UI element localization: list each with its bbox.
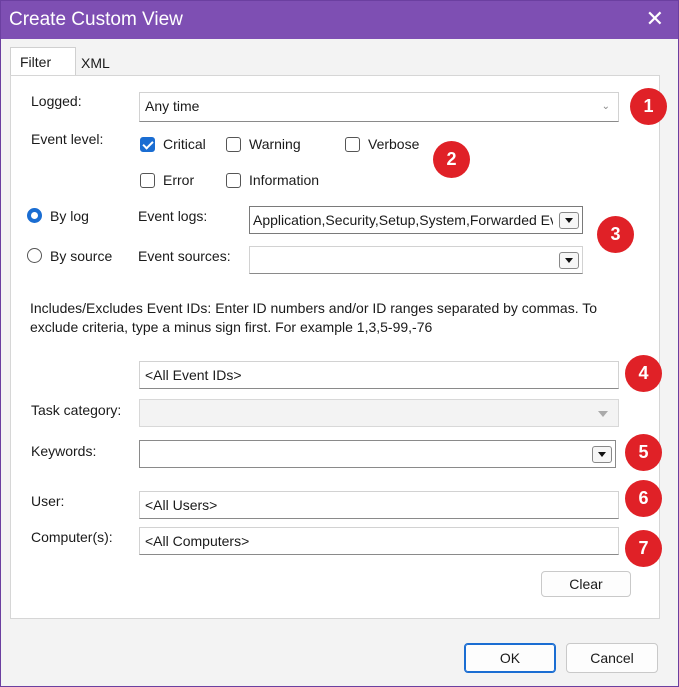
- warning-label: Warning: [249, 136, 301, 152]
- badge-7: 7: [625, 530, 662, 567]
- user-value: <All Users>: [145, 497, 218, 513]
- logged-dropdown[interactable]: Any time ⌄: [139, 92, 619, 122]
- event-ids-input[interactable]: <All Event IDs>: [139, 361, 619, 389]
- title-bar[interactable]: Create Custom View ✕: [1, 1, 678, 39]
- event-logs-value: Application,Security,Setup,System,Forwar…: [253, 212, 553, 228]
- create-custom-view-dialog: Create Custom View ✕ Filter XML Logged: …: [0, 0, 679, 687]
- task-category-label: Task category:: [31, 402, 122, 418]
- error-checkbox[interactable]: [140, 173, 155, 188]
- information-checkbox[interactable]: [226, 173, 241, 188]
- computers-input[interactable]: <All Computers>: [139, 527, 619, 555]
- tab-xml[interactable]: XML: [81, 55, 110, 71]
- badge-1: 1: [630, 88, 667, 125]
- badge-6: 6: [625, 480, 662, 517]
- event-sources-label: Event sources:: [138, 248, 231, 264]
- user-input[interactable]: <All Users>: [139, 491, 619, 519]
- by-source-radio[interactable]: [27, 248, 42, 263]
- chevron-down-icon: ⌄: [601, 101, 610, 112]
- information-label: Information: [249, 172, 320, 188]
- event-sources-dropdown-button[interactable]: [559, 252, 579, 269]
- verbose-checkbox[interactable]: [345, 137, 360, 152]
- ok-button[interactable]: OK: [464, 643, 556, 673]
- badge-3: 3: [597, 216, 634, 253]
- logged-label: Logged:: [31, 93, 82, 109]
- clear-button[interactable]: Clear: [541, 571, 631, 597]
- event-logs-dropdown[interactable]: Application,Security,Setup,System,Forwar…: [249, 206, 583, 234]
- verbose-label: Verbose: [368, 136, 420, 152]
- critical-label: Critical: [163, 136, 206, 152]
- by-source-label: By source: [50, 248, 113, 264]
- cancel-button[interactable]: Cancel: [566, 643, 658, 673]
- event-ids-value: <All Event IDs>: [145, 367, 242, 383]
- tab-filter[interactable]: Filter: [10, 47, 76, 76]
- window-title: Create Custom View: [9, 9, 183, 30]
- keywords-dropdown-button[interactable]: [592, 446, 612, 463]
- by-log-radio[interactable]: [27, 208, 42, 223]
- task-category-dropdown: [139, 399, 619, 427]
- badge-4: 4: [625, 355, 662, 392]
- event-logs-label: Event logs:: [138, 208, 208, 224]
- badge-2: 2: [433, 141, 470, 178]
- by-log-label: By log: [50, 208, 89, 224]
- critical-checkbox[interactable]: [140, 137, 155, 152]
- event-sources-dropdown[interactable]: [249, 246, 583, 274]
- badge-5: 5: [625, 434, 662, 471]
- warning-checkbox[interactable]: [226, 137, 241, 152]
- event-ids-instructions: Includes/Excludes Event IDs: Enter ID nu…: [30, 300, 598, 335]
- keywords-dropdown[interactable]: [139, 440, 616, 468]
- keywords-label: Keywords:: [31, 443, 97, 459]
- computers-label: Computer(s):: [31, 529, 113, 545]
- error-label: Error: [163, 172, 195, 188]
- computers-value: <All Computers>: [145, 533, 250, 549]
- logged-value: Any time: [145, 98, 200, 114]
- chevron-down-icon: [598, 411, 608, 417]
- event-logs-dropdown-button[interactable]: [559, 212, 579, 229]
- event-level-label: Event level:: [31, 131, 104, 147]
- close-icon[interactable]: ✕: [646, 7, 664, 31]
- tab-filter-label: Filter: [20, 54, 52, 70]
- user-label: User:: [31, 493, 65, 509]
